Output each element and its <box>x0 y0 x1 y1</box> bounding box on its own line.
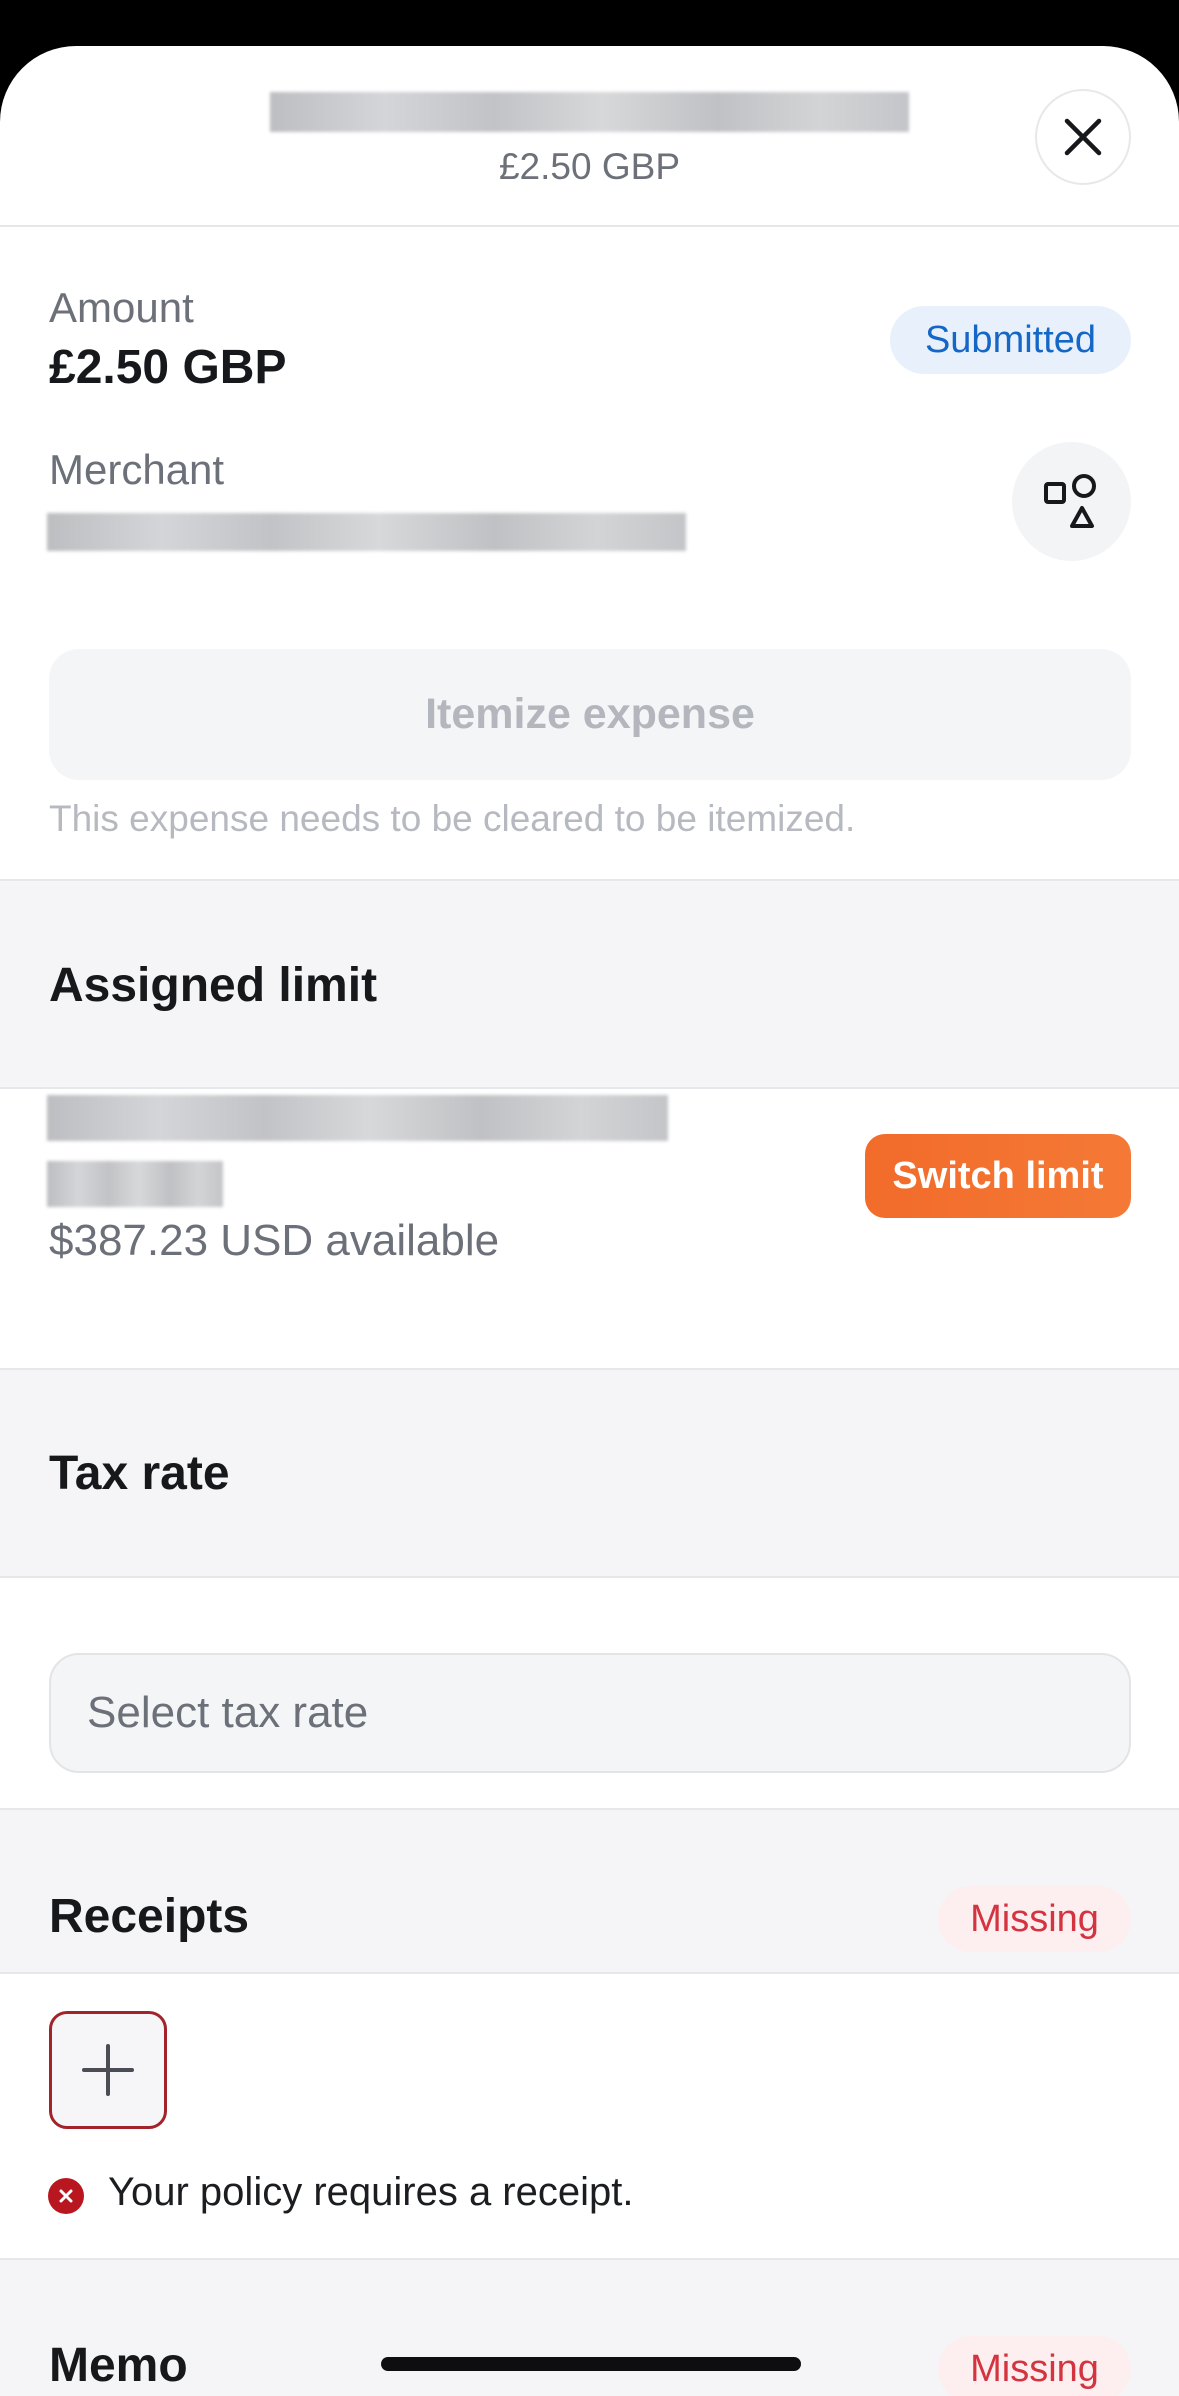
redacted-limit-name <box>47 1095 668 1141</box>
tax-rate-select[interactable]: Select tax rate <box>49 1653 1131 1773</box>
header-amount: £2.50 GBP <box>498 146 680 187</box>
close-button[interactable] <box>1035 89 1131 185</box>
memo-title: Memo <box>49 2339 188 2392</box>
status-badge: Submitted <box>890 306 1131 374</box>
header-divider <box>0 225 1179 227</box>
amount-value: £2.50 GBP <box>49 341 287 394</box>
add-receipt-button[interactable] <box>49 2011 167 2129</box>
home-indicator <box>381 2357 801 2371</box>
amount-label: Amount <box>49 284 194 331</box>
redacted-expense-title <box>270 92 909 132</box>
plus-icon <box>82 2044 134 2096</box>
receipts-status-badge: Missing <box>938 1886 1131 1952</box>
tax-rate-title: Tax rate <box>49 1447 230 1500</box>
itemize-note: This expense needs to be cleared to be i… <box>49 798 856 839</box>
redacted-limit-detail <box>47 1161 223 1207</box>
receipt-error-text: Your policy requires a receipt. <box>108 2170 634 2214</box>
merchant-label: Merchant <box>49 446 225 493</box>
category-button[interactable] <box>1012 442 1131 561</box>
receipts-body <box>0 1974 1179 2304</box>
itemize-expense-button[interactable]: Itemize expense <box>49 649 1131 780</box>
shapes-icon <box>1043 473 1096 528</box>
redacted-merchant-name <box>47 513 686 551</box>
expense-detail-sheet: £2.50 GBP Amount £2.50 GBP Submitted Mer… <box>0 46 1179 2396</box>
limit-available: $387.23 USD available <box>49 1216 500 1265</box>
error-x-icon <box>48 2178 84 2214</box>
section-divider <box>0 1576 1179 1578</box>
section-divider <box>0 1087 1179 1089</box>
receipts-title: Receipts <box>49 1890 250 1943</box>
assigned-limit-title: Assigned limit <box>49 959 378 1012</box>
memo-status-badge: Missing <box>938 2336 1131 2396</box>
close-icon <box>1064 118 1102 156</box>
switch-limit-button[interactable]: Switch limit <box>865 1134 1131 1218</box>
